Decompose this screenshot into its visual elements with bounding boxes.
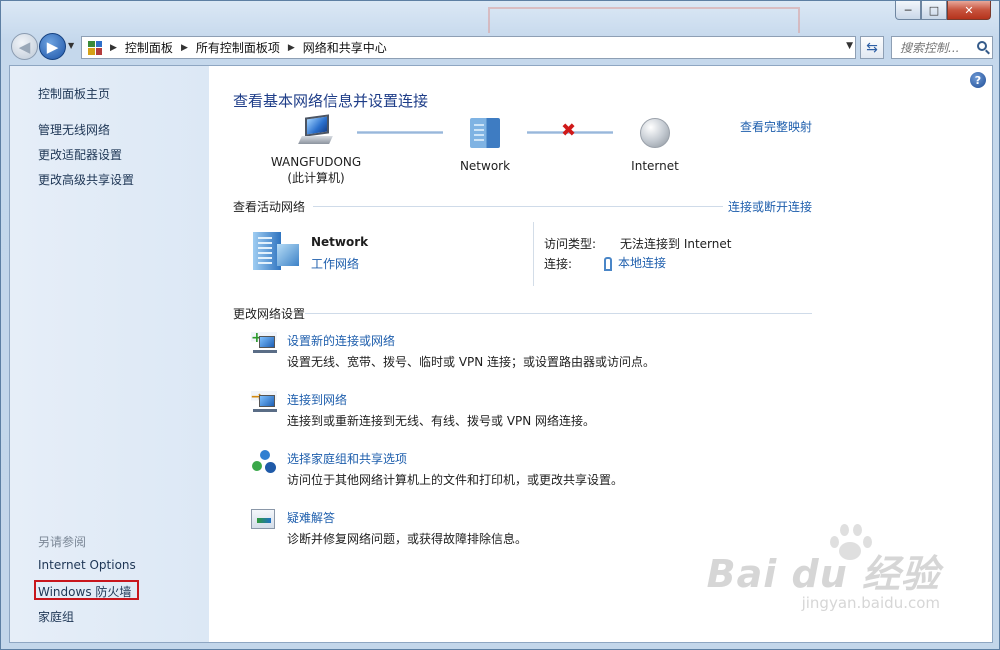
- content-area: 控制面板主页 管理无线网络 更改适配器设置 更改高级共享设置 另请参阅 Inte…: [9, 65, 993, 643]
- sidebar-control-panel-home[interactable]: 控制面板主页: [38, 85, 110, 102]
- sidebar-windows-firewall[interactable]: Windows 防火墙: [38, 583, 131, 600]
- address-dropdown-icon[interactable]: ▼: [846, 41, 853, 51]
- active-networks-label: 查看活动网络: [233, 200, 306, 214]
- change-settings-label: 更改网络设置: [233, 307, 306, 321]
- view-full-map-link[interactable]: 查看完整映射: [740, 118, 812, 135]
- caption-buttons: ─ □ ✕: [895, 1, 991, 21]
- breadcrumb-control-panel[interactable]: 控制面板: [125, 39, 173, 56]
- refresh-icon[interactable]: ⇆: [860, 36, 884, 59]
- page-title: 查看基本网络信息并设置连接: [233, 92, 429, 110]
- globe-icon: [640, 118, 670, 148]
- window-frame: ─ □ ✕ ◀ ▶ ▼ ▶ 控制面板 ▶ 所有控制面板项 ▶ 网络和共享中心 ▼…: [0, 0, 1000, 650]
- search-input[interactable]: [900, 40, 980, 55]
- access-type-label: 访问类型:: [544, 237, 597, 251]
- breadcrumb-network-center[interactable]: 网络和共享中心: [303, 39, 387, 56]
- maximize-button[interactable]: □: [921, 1, 947, 20]
- address-bar[interactable]: ▶ 控制面板 ▶ 所有控制面板项 ▶ 网络和共享中心 ▼: [81, 36, 856, 59]
- ethernet-plug-icon: [604, 256, 612, 271]
- minimize-button[interactable]: ─: [895, 1, 921, 20]
- background-window-outline: [488, 7, 800, 33]
- access-type-value: 无法连接到 Internet: [620, 237, 732, 251]
- network-type-link[interactable]: 工作网络: [311, 255, 359, 272]
- task-description: 设置无线、宽带、拨号、临时或 VPN 连接；或设置路由器或访问点。: [287, 355, 656, 369]
- connect-network-link[interactable]: 连接到网络: [287, 391, 347, 408]
- homegroup-icon: [251, 450, 277, 474]
- new-connection-icon: +: [251, 331, 277, 356]
- setup-connection-link[interactable]: 设置新的连接或网络: [287, 332, 395, 349]
- local-connection-item[interactable]: 本地连接: [604, 254, 666, 271]
- see-also-heading: 另请参阅: [38, 535, 87, 549]
- close-button[interactable]: ✕: [947, 1, 991, 20]
- breadcrumb-all-items[interactable]: 所有控制面板项: [196, 39, 280, 56]
- control-panel-icon: [88, 40, 102, 55]
- navigation-bar: ◀ ▶ ▼ ▶ 控制面板 ▶ 所有控制面板项 ▶ 网络和共享中心 ▼ ⇆: [9, 31, 993, 61]
- watermark: Bai du 经验 jingyan.baidu.com: [707, 543, 940, 612]
- sidebar-manage-wireless[interactable]: 管理无线网络: [38, 121, 110, 138]
- homegroup-sharing-link[interactable]: 选择家庭组和共享选项: [287, 450, 407, 467]
- task-description: 访问位于其他网络计算机上的文件和打印机，或更改共享设置。: [287, 473, 624, 487]
- vertical-divider: [533, 222, 534, 286]
- connections-label: 连接:: [544, 257, 573, 271]
- sidebar-adapter-settings[interactable]: 更改适配器设置: [38, 146, 122, 163]
- map-node-internet[interactable]: Internet: [615, 118, 695, 173]
- local-connection-link[interactable]: 本地连接: [618, 256, 666, 270]
- task-description: 连接到或重新连接到无线、有线、拨号或 VPN 网络连接。: [287, 414, 596, 428]
- search-icon[interactable]: [977, 41, 987, 51]
- map-node-network[interactable]: Network: [445, 118, 525, 173]
- task-description: 诊断并修复网络问题，或获得故障排除信息。: [287, 532, 528, 546]
- watermark-brand: Bai du 经验: [706, 552, 940, 596]
- chevron-right-icon[interactable]: ▶: [288, 43, 295, 53]
- sidebar-advanced-sharing[interactable]: 更改高级共享设置: [38, 171, 134, 188]
- forward-arrow-icon[interactable]: ▶: [39, 33, 66, 60]
- active-network-icon: [253, 232, 299, 270]
- connect-disconnect-link[interactable]: 连接或断开连接: [728, 198, 812, 215]
- network-icon: [470, 118, 500, 148]
- troubleshoot-icon: [251, 509, 275, 529]
- section-divider: [305, 313, 812, 314]
- computer-name: WANGFUDONG: [270, 155, 362, 169]
- map-connection-line: [357, 131, 443, 134]
- connect-network-icon: →: [251, 390, 277, 415]
- sidebar: 控制面板主页 管理无线网络 更改适配器设置 更改高级共享设置 另请参阅 Inte…: [10, 66, 209, 642]
- map-internet-label: Internet: [631, 159, 679, 173]
- error-x-icon[interactable]: ✖: [561, 120, 576, 141]
- help-icon[interactable]: ?: [970, 72, 986, 88]
- chevron-right-icon[interactable]: ▶: [110, 43, 117, 53]
- sidebar-homegroup[interactable]: 家庭组: [38, 608, 74, 625]
- computer-subtitle: (此计算机): [287, 171, 345, 185]
- section-divider: [313, 206, 723, 207]
- map-node-computer[interactable]: WANGFUDONG (此计算机): [261, 114, 371, 186]
- computer-icon: [298, 114, 333, 144]
- back-arrow-icon[interactable]: ◀: [11, 33, 38, 60]
- map-network-label: Network: [459, 159, 511, 173]
- search-box[interactable]: [891, 36, 993, 59]
- troubleshoot-link[interactable]: 疑难解答: [287, 509, 335, 526]
- sidebar-internet-options[interactable]: Internet Options: [38, 558, 136, 572]
- recent-pages-dropdown-icon[interactable]: ▼: [68, 41, 74, 50]
- chevron-right-icon[interactable]: ▶: [181, 43, 188, 53]
- active-network-name: Network: [311, 235, 369, 249]
